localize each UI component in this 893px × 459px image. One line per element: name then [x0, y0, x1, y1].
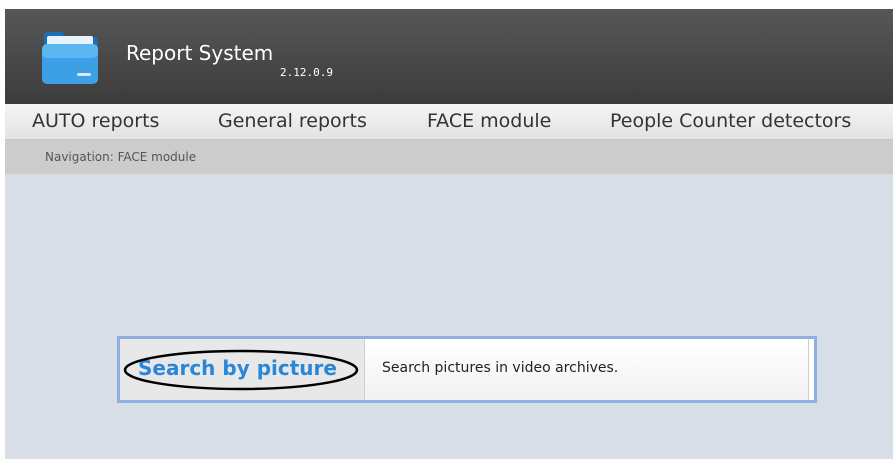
folder-icon: [42, 32, 98, 84]
search-by-picture-label[interactable]: Search by picture: [138, 356, 337, 380]
breadcrumb: Navigation: FACE module: [5, 140, 893, 174]
main-nav-menu: AUTO reports General reports FACE module…: [5, 104, 893, 140]
report-system-app: Report System 2.12.0.9 AUTO reports Gene…: [5, 9, 893, 459]
search-by-picture-link[interactable]: Search by picture: [120, 339, 365, 400]
module-card: Search by picture Search pictures in vid…: [117, 336, 817, 403]
breadcrumb-text: Navigation: FACE module: [45, 150, 197, 164]
nav-item-face-module[interactable]: FACE module: [427, 108, 551, 134]
app-header: Report System 2.12.0.9: [5, 9, 893, 104]
nav-item-general-reports[interactable]: General reports: [218, 108, 367, 134]
app-title: Report System: [126, 41, 274, 65]
app-version: 2.12.0.9: [280, 66, 333, 79]
module-description: Search pictures in video archives.: [365, 339, 809, 400]
nav-item-people-counter-detectors[interactable]: People Counter detectors: [610, 108, 851, 134]
module-description-text: Search pictures in video archives.: [382, 360, 619, 376]
nav-item-auto-reports[interactable]: AUTO reports: [32, 108, 159, 134]
